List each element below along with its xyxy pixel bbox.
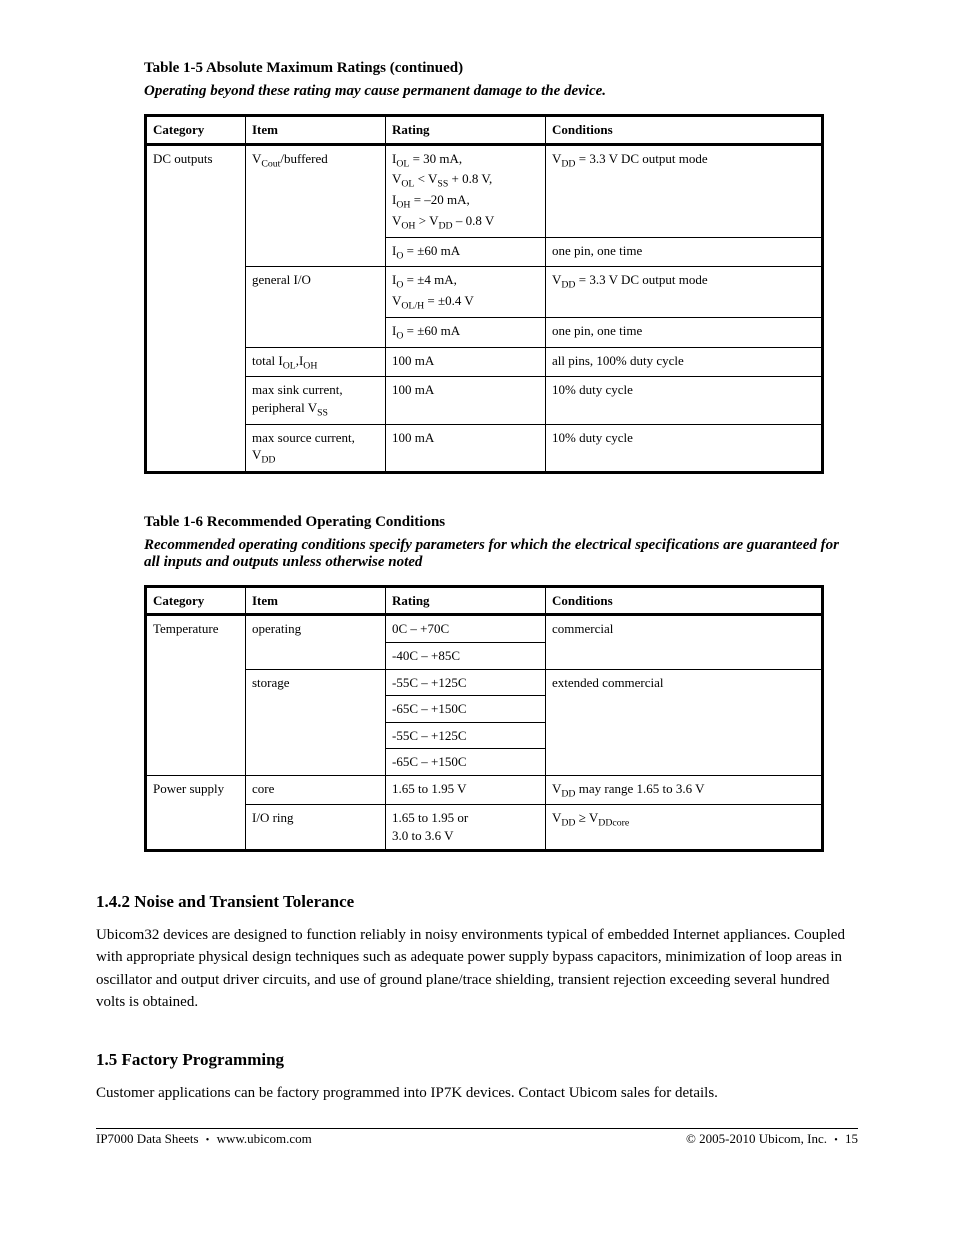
footer-left: IP7000 Data Sheets [96,1131,199,1146]
table2: Category Item Rating Conditions Temperat… [144,585,824,852]
cell-cond: extended commercial [546,669,823,775]
cell-cond: VDD ≥ VDDcore [546,805,823,850]
cell-cond: VDD = 3.3 V DC output mode [546,144,823,237]
table2-heading: Table 1-6 Recommended Operating Conditio… [144,514,858,531]
table-row: I/O ring 1.65 to 1.95 or3.0 to 3.6 V VDD… [146,805,823,850]
footer-page-number: 15 [845,1131,858,1146]
dot-icon: • [202,1135,214,1146]
table-row: max source current,VDD 100 mA 10% duty c… [146,424,823,472]
table-row: Power supply core 1.65 to 1.95 V VDD may… [146,775,823,805]
th-conditions: Conditions [546,586,823,615]
cell-rating: 100 mA [386,424,546,472]
footer-center: www.ubicom.com [217,1131,312,1146]
section-noise-title: 1.4.2 Noise and Transient Tolerance [96,892,858,912]
cell-rating: IO = ±60 mA [386,237,546,267]
page-footer: IP7000 Data Sheets • www.ubicom.com © 20… [96,1131,858,1147]
table2-header-row: Category Item Rating Conditions [146,586,823,615]
table-row: storage -55C – +125C extended commercial [146,669,823,696]
cell-rating: 100 mA [386,347,546,377]
cell-cond: all pins, 100% duty cycle [546,347,823,377]
cell-rating: -55C – +125C [386,669,546,696]
th-rating: Rating [386,116,546,145]
cell-item: core [246,775,386,805]
table-row: DC outputs VCout/buffered IOL = 30 mA,VO… [146,144,823,237]
table-row: general I/O IO = ±4 mA,VOL/H = ±0.4 V VD… [146,267,823,318]
cell-rating: -65C – +150C [386,696,546,723]
cell-rating: -40C – +85C [386,642,546,669]
cell-cond: VDD = 3.3 V DC output mode [546,267,823,318]
cell-item: total IOL,IOH [246,347,386,377]
th-item: Item [246,116,386,145]
footer-copyright: © 2005-2010 Ubicom, Inc. [686,1131,827,1146]
cell-rating: IO = ±60 mA [386,317,546,347]
table1-header-row: Category Item Rating Conditions [146,116,823,145]
th-conditions: Conditions [546,116,823,145]
cell-category: Temperature [146,615,246,775]
cell-cond: 10% duty cycle [546,424,823,472]
footer-rule [96,1128,858,1129]
dot-icon: • [830,1135,842,1146]
table2-subtitle: Recommended operating conditions specify… [144,537,858,571]
cell-item: VCout/buffered [246,144,386,267]
cell-rating: 100 mA [386,377,546,424]
table-row: max sink current,peripheral VSS 100 mA 1… [146,377,823,424]
th-category: Category [146,116,246,145]
cell-cond: one pin, one time [546,317,823,347]
cell-cond: one pin, one time [546,237,823,267]
table1: Category Item Rating Conditions DC outpu… [144,114,824,474]
cell-category: DC outputs [146,144,246,472]
section-noise-text: Ubicom32 devices are designed to functio… [96,924,858,1014]
cell-rating: 1.65 to 1.95 V [386,775,546,805]
cell-rating: 1.65 to 1.95 or3.0 to 3.6 V [386,805,546,850]
cell-rating: -55C – +125C [386,722,546,749]
table1-heading: Table 1-5 Absolute Maximum Ratings (cont… [144,60,858,77]
table-row: total IOL,IOH 100 mA all pins, 100% duty… [146,347,823,377]
cell-cond: commercial [546,615,823,669]
cell-item: general I/O [246,267,386,347]
th-category: Category [146,586,246,615]
cell-category: Power supply [146,775,246,850]
th-item: Item [246,586,386,615]
cell-rating: IO = ±4 mA,VOL/H = ±0.4 V [386,267,546,318]
cell-cond: VDD may range 1.65 to 3.6 V [546,775,823,805]
table1-subtitle: Operating beyond these rating may cause … [144,83,858,100]
footer-text: IP7000 Data Sheets • www.ubicom.com [96,1131,686,1147]
cell-rating: IOL = 30 mA,VOL < VSS + 0.8 V,IOH = –20 … [386,144,546,237]
cell-cond: 10% duty cycle [546,377,823,424]
footer-right-block: © 2005-2010 Ubicom, Inc. • 15 [686,1131,858,1147]
cell-rating: 0C – +70C [386,615,546,643]
table-row: Temperature operating 0C – +70C commerci… [146,615,823,643]
cell-item: I/O ring [246,805,386,850]
cell-rating: -65C – +150C [386,749,546,776]
cell-item: max sink current,peripheral VSS [246,377,386,424]
th-rating: Rating [386,586,546,615]
cell-item: operating [246,615,386,669]
cell-item: storage [246,669,386,775]
cell-item: max source current,VDD [246,424,386,472]
section-factory-text: Customer applications can be factory pro… [96,1082,858,1105]
section-factory-title: 1.5 Factory Programming [96,1050,858,1070]
